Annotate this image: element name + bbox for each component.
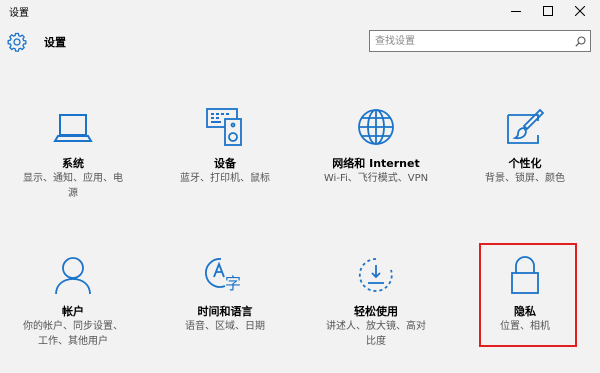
window-title: 设置	[9, 8, 29, 19]
tile-ease-of-access[interactable]: 轻松使用 讲述人、放大镜、高对比度	[321, 255, 431, 365]
tile-description: 显示、通知、应用、电源	[23, 173, 123, 199]
tile-description: 位置、相机	[500, 321, 550, 332]
tile-label: 隐私	[514, 305, 536, 318]
search-box[interactable]	[369, 30, 591, 52]
ease-of-access-icon	[358, 258, 393, 292]
title-bar: 设置	[0, 0, 600, 22]
tile-devices[interactable]: 设备 蓝牙、打印机、鼠标	[170, 107, 280, 217]
tile-label: 个性化	[508, 157, 542, 170]
svg-text:字: 字	[225, 274, 241, 293]
tile-description: 讲述人、放大镜、高对比度	[326, 321, 426, 347]
keyboard-speaker-icon	[206, 108, 242, 146]
page-title: 设置	[44, 36, 66, 49]
lock-icon	[511, 256, 539, 294]
tile-label: 网络和 Internet	[332, 157, 420, 170]
tile-personalization[interactable]: 个性化 背景、锁屏、颜色	[470, 107, 580, 217]
maximize-button[interactable]	[532, 0, 564, 22]
tile-time-language[interactable]: 字 时间和语言 语音、区域、日期	[170, 255, 280, 365]
settings-window: 设置 设置 系统 显示、通知、应用	[0, 0, 600, 373]
maximize-icon	[543, 6, 553, 16]
time-language-icon: 字	[205, 258, 241, 293]
tile-label: 时间和语言	[197, 305, 253, 318]
tile-label: 轻松使用	[354, 305, 398, 318]
tile-label: 帐户	[62, 305, 84, 318]
tile-accounts[interactable]: 帐户 你的帐户、同步设置、工作、其他用户	[18, 255, 128, 365]
tile-description: Wi-Fi、飞行模式、VPN	[323, 173, 429, 184]
minimize-icon	[511, 11, 521, 12]
paintbrush-icon	[507, 108, 545, 144]
tile-description: 蓝牙、打印机、鼠标	[180, 173, 270, 184]
tile-privacy[interactable]: 隐私 位置、相机	[470, 255, 580, 365]
tile-description: 语音、区域、日期	[185, 321, 265, 332]
search-icon[interactable]	[575, 36, 586, 47]
gear-icon	[7, 32, 27, 52]
tile-description: 你的帐户、同步设置、工作、其他用户	[23, 321, 123, 347]
globe-icon	[358, 109, 394, 145]
close-icon	[575, 6, 585, 16]
search-input[interactable]	[372, 32, 574, 50]
tile-description: 背景、锁屏、颜色	[485, 173, 565, 184]
close-button[interactable]	[564, 0, 596, 22]
tile-label: 设备	[214, 157, 236, 170]
tile-label: 系统	[62, 157, 84, 170]
person-icon	[55, 257, 91, 295]
laptop-icon	[53, 114, 93, 142]
tile-system[interactable]: 系统 显示、通知、应用、电源	[18, 107, 128, 217]
tile-network[interactable]: 网络和 Internet Wi-Fi、飞行模式、VPN	[321, 107, 431, 217]
minimize-button[interactable]	[500, 0, 532, 22]
